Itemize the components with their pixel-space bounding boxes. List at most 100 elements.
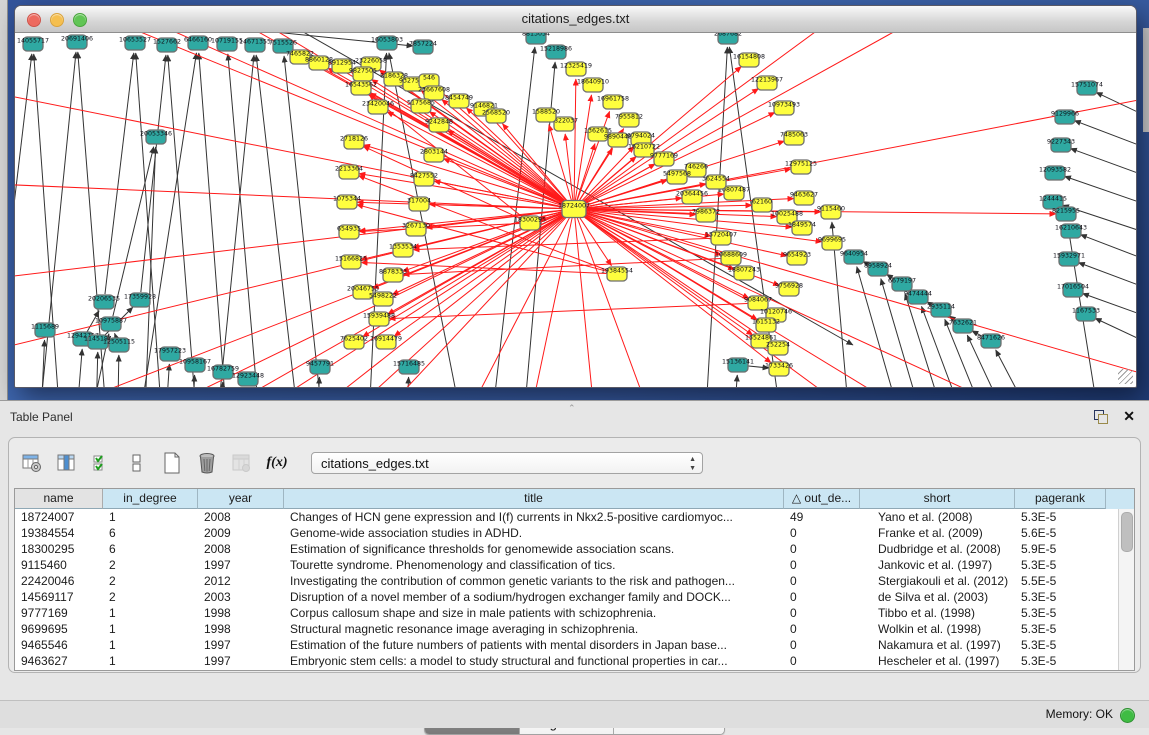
graph-edge[interactable] <box>515 217 572 387</box>
table-cell[interactable]: 49 <box>784 509 860 525</box>
table-row[interactable]: 1872400712008Changes of HCN gene express… <box>15 509 1134 525</box>
table-cell[interactable]: 5.9E-5 <box>1015 541 1106 557</box>
table-cell[interactable]: Tourette syndrome. Phenomenology and cla… <box>284 557 784 573</box>
graph-edge[interactable] <box>578 148 612 202</box>
table-row[interactable]: 946554611997Estimation of the future num… <box>15 637 1134 653</box>
panel-splitter-handle[interactable]: ⌃ <box>568 403 576 414</box>
table-row[interactable]: 1830029562008Estimation of significance … <box>15 541 1134 557</box>
graph-edge[interactable] <box>315 377 319 387</box>
table-cell[interactable]: 0 <box>784 605 860 621</box>
table-cell[interactable]: 1 <box>103 653 198 669</box>
table-cell[interactable]: 2 <box>103 573 198 589</box>
table-cell[interactable]: 5.5E-5 <box>1015 573 1106 589</box>
table-cell[interactable]: 14569117 <box>15 589 103 605</box>
table-cell[interactable]: Jankovic et al. (1997) <box>860 557 1015 573</box>
graph-edge[interactable] <box>581 213 1015 387</box>
table-cell[interactable]: 0 <box>784 653 860 669</box>
table-cell[interactable]: Estimation of the future numbers of pati… <box>284 637 784 653</box>
table-cell[interactable]: 5.3E-5 <box>1015 621 1106 637</box>
table-cell[interactable]: 9699695 <box>15 621 103 637</box>
table-cell[interactable]: 9463627 <box>15 653 103 669</box>
table-cell[interactable]: 1 <box>103 509 198 525</box>
table-cell[interactable]: 9465546 <box>15 637 103 653</box>
table-cell[interactable]: 1997 <box>198 653 284 669</box>
table-settings-icon[interactable] <box>19 451 45 476</box>
table-cell[interactable]: Embryonic stem cells: a model to study s… <box>284 653 784 669</box>
graph-edge[interactable] <box>1070 148 1136 183</box>
graph-edge[interactable] <box>580 214 771 363</box>
column-header-0[interactable]: name <box>15 489 103 509</box>
graph-edge[interactable] <box>731 375 737 387</box>
table-cell[interactable]: 0 <box>784 589 860 605</box>
column-header-3[interactable]: title <box>284 489 784 509</box>
table-cell[interactable]: 18300295 <box>15 541 103 557</box>
table-cell[interactable]: Structural magnetic resonance image aver… <box>284 621 784 637</box>
table-row[interactable]: 911546021997Tourette syndrome. Phenomeno… <box>15 557 1134 573</box>
graph-edge[interactable] <box>105 53 134 294</box>
graph-edge[interactable] <box>1080 235 1136 267</box>
table-cell[interactable]: 9115460 <box>15 557 103 573</box>
scrollbar-thumb[interactable] <box>1121 512 1133 552</box>
table-cell[interactable]: 2003 <box>198 589 284 605</box>
graph-edge[interactable] <box>1064 176 1136 211</box>
table-cell[interactable]: de Silva et al. (2003) <box>860 589 1015 605</box>
table-cell[interactable]: 2012 <box>198 573 284 589</box>
table-cell[interactable]: Corpus callosum shape and size in male p… <box>284 605 784 621</box>
table-cell[interactable]: Wolkin et al. (1998) <box>860 621 1015 637</box>
table-cell[interactable]: Stergiakouli et al. (2012) <box>860 573 1015 589</box>
select-columns-icon[interactable] <box>54 451 80 476</box>
table-cell[interactable]: 5.3E-5 <box>1015 509 1106 525</box>
graph-edge[interactable] <box>117 355 119 387</box>
column-header-4[interactable]: △ out_de... <box>784 489 860 509</box>
table-row[interactable]: 969969511998Structural magnetic resonanc… <box>15 621 1134 637</box>
table-row[interactable]: 2242004622012Investigating the contribut… <box>15 573 1134 589</box>
network-window-titlebar[interactable]: citations_edges.txt <box>15 6 1136 33</box>
column-header-6[interactable]: pagerank <box>1015 489 1106 509</box>
table-cell[interactable]: 22420046 <box>15 573 103 589</box>
table-row[interactable]: 977716911998Corpus callosum shape and si… <box>15 605 1134 621</box>
graph-edge[interactable] <box>15 54 32 323</box>
row-height-icon[interactable] <box>124 451 150 476</box>
table-cell[interactable]: Genome-wide association studies in ADHD. <box>284 525 784 541</box>
float-panel-icon[interactable] <box>1094 410 1109 425</box>
graph-edge[interactable] <box>213 55 254 387</box>
table-row[interactable]: 1456911722003Disruption of a novel membe… <box>15 589 1134 605</box>
table-cell[interactable]: 0 <box>784 573 860 589</box>
table-cell[interactable]: Estimation of significance thresholds fo… <box>284 541 784 557</box>
graph-edge[interactable] <box>502 124 568 203</box>
graph-edge[interactable] <box>1096 92 1136 125</box>
graph-edge[interactable] <box>256 55 303 387</box>
graph-edge[interactable] <box>1095 318 1136 351</box>
table-cell[interactable]: 5.3E-5 <box>1015 589 1106 605</box>
table-cell[interactable]: Investigating the contribution of common… <box>284 573 784 589</box>
new-table-icon[interactable] <box>159 451 185 476</box>
table-cell[interactable]: 1997 <box>198 637 284 653</box>
table-vertical-scrollbar[interactable] <box>1118 509 1134 670</box>
graph-edge[interactable] <box>387 112 567 206</box>
table-cell[interactable]: 5.6E-5 <box>1015 525 1106 541</box>
table-cell[interactable]: 6 <box>103 541 198 557</box>
graph-edge[interactable] <box>389 303 750 318</box>
table-cell[interactable]: Franke et al. (2009) <box>860 525 1015 541</box>
table-cell[interactable]: 0 <box>784 525 860 541</box>
table-cell[interactable]: Yano et al. (2008) <box>860 509 1015 525</box>
table-cell[interactable]: Hescheler et al. (1997) <box>860 653 1015 669</box>
graph-edge[interactable] <box>435 216 570 387</box>
table-cell[interactable]: 1997 <box>198 557 284 573</box>
table-cell[interactable]: 2009 <box>198 525 284 541</box>
graph-edge[interactable] <box>574 79 576 201</box>
table-cell[interactable]: 18724007 <box>15 509 103 525</box>
table-row[interactable]: 1938455462009Genome-wide association stu… <box>15 525 1134 541</box>
graph-edge[interactable] <box>15 183 566 209</box>
table-cell[interactable]: 5.3E-5 <box>1015 605 1106 621</box>
table-cell[interactable]: Tibbo et al. (1998) <box>860 605 1015 621</box>
table-cell[interactable]: 2008 <box>198 541 284 557</box>
table-cell[interactable]: 2 <box>103 589 198 605</box>
column-visibility-icon[interactable] <box>89 451 115 476</box>
table-cell[interactable]: Nakamura et al. (1997) <box>860 637 1015 653</box>
memory-ok-indicator[interactable] <box>1120 708 1135 723</box>
table-cell[interactable]: 0 <box>784 637 860 653</box>
column-header-2[interactable]: year <box>198 489 284 509</box>
table-cell[interactable]: 1 <box>103 621 198 637</box>
column-header-5[interactable]: short <box>860 489 1015 509</box>
